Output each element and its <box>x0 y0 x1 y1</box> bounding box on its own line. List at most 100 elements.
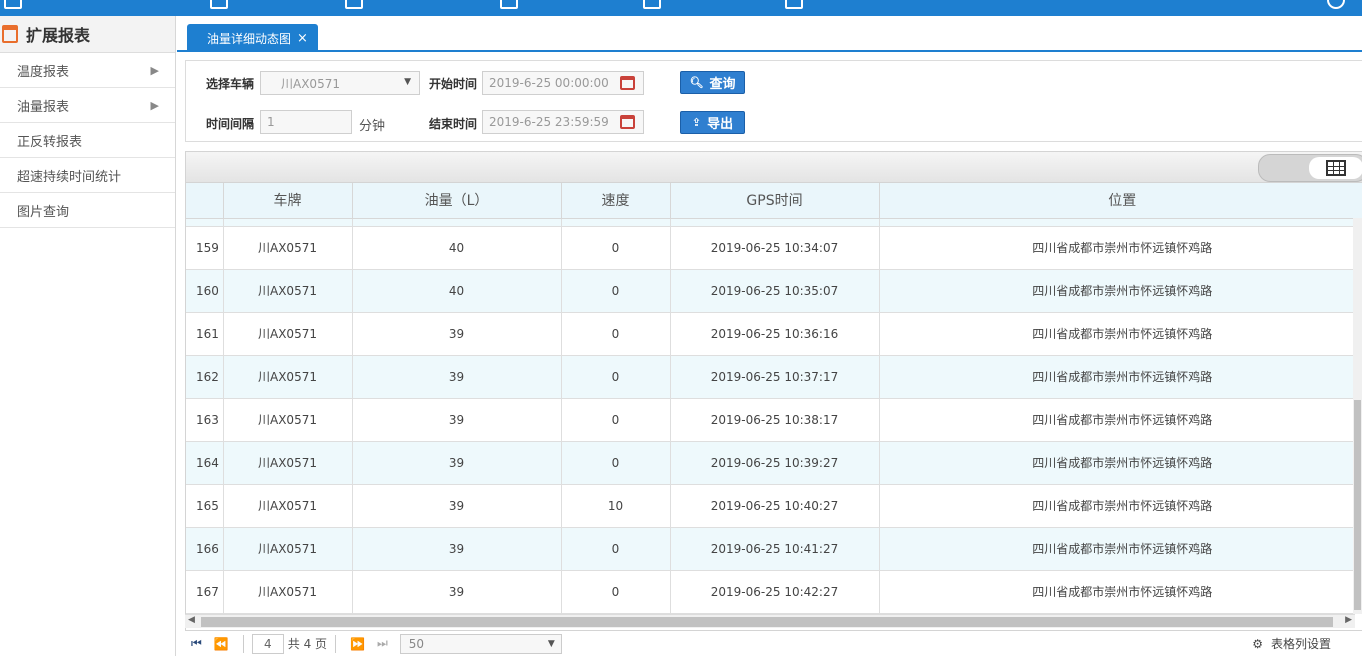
tab-fuel-detail[interactable]: 油量详细动态图 × <box>187 24 318 52</box>
start-time-input[interactable]: 2019-6-25 00:00:00 <box>482 71 644 95</box>
total-pages: 共 4 页 <box>287 637 328 651</box>
vertical-scrollbar[interactable] <box>1353 218 1362 614</box>
arrow-right-icon: ▶ <box>150 63 159 77</box>
sidebar-item-temperature[interactable]: 温度报表 ▶ <box>0 53 175 88</box>
export-icon: ⇪ <box>691 116 702 129</box>
vehicle-value: 川AX0571 <box>281 76 340 91</box>
top-nav <box>0 0 1362 16</box>
table-row[interactable]: 160 川AX0571 40 0 2019-06-25 10:35:07 四川省成都市崇州… <box>186 269 1362 313</box>
nav-video[interactable] <box>210 0 228 9</box>
row-index: 167 <box>186 570 224 614</box>
row-index: 165 <box>186 484 224 528</box>
next-page-icon[interactable]: ⏩ <box>350 637 365 651</box>
start-time-label: 开始时间 <box>429 77 478 91</box>
location-cell: 四川省成都市崇州市怀远镇怀鸡路 <box>879 527 1362 571</box>
calendar-icon[interactable] <box>620 76 635 90</box>
fuel-cell: 40 <box>352 226 562 270</box>
fuel-cell: 39 <box>352 355 562 399</box>
interval-label: 时间间隔 <box>206 117 255 131</box>
interval-value: 1 <box>267 115 275 129</box>
first-page-icon[interactable]: ⏮ <box>191 636 202 651</box>
col-header-plate[interactable]: 车牌 <box>223 183 353 219</box>
col-header-fuel[interactable]: 油量（L） <box>352 183 562 219</box>
scroll-thumb[interactable] <box>1354 400 1361 610</box>
location-cell: 四川省成都市崇州市怀远镇怀鸡路 <box>879 441 1362 485</box>
sidebar-item-fuel[interactable]: 油量报表 ▶ <box>0 88 175 123</box>
last-page-icon[interactable]: ⏭ <box>377 636 388 651</box>
sidebar-item-overspeed[interactable]: 超速持续时间统计 <box>0 158 175 193</box>
start-time-value: 2019-6-25 00:00:00 <box>489 76 609 90</box>
table-row[interactable]: 167 川AX0571 39 0 2019-06-25 10:42:27 四川省成都市崇州… <box>186 570 1362 614</box>
plate-cell: 川AX0571 <box>223 570 353 614</box>
gps-time-cell: 2019-06-25 10:35:07 <box>670 269 880 313</box>
chevron-down-icon: ▼ <box>547 638 555 649</box>
grid-toolbar <box>186 152 1362 183</box>
gps-time-cell: 2019-06-25 10:34:07 <box>670 226 880 270</box>
plate-cell: 川AX0571 <box>223 312 353 356</box>
column-settings-button[interactable]: ⚙ 表格列设置 <box>1252 635 1331 652</box>
col-header-speed[interactable]: 速度 <box>561 183 671 219</box>
system-icon <box>785 0 803 9</box>
page-number-input[interactable]: 4 <box>251 633 284 654</box>
data-table: 车牌 油量（L） 速度 GPS时间 位置 159 川AX0571 40 0 2019-0… <box>186 183 1362 614</box>
table-row[interactable]: 161 川AX0571 39 0 2019-06-25 10:36:16 四川省成都市崇州… <box>186 312 1362 356</box>
end-time-input[interactable]: 2019-6-25 23:59:59 <box>482 110 644 134</box>
sidebar-item-label: 图片查询 <box>17 204 70 220</box>
sidebar-item-pictures[interactable]: 图片查询 <box>0 193 175 228</box>
row-index: 164 <box>186 441 224 485</box>
close-icon[interactable]: × <box>297 31 308 46</box>
table-row[interactable]: 162 川AX0571 39 0 2019-06-25 10:37:17 四川省成都市崇州… <box>186 355 1362 399</box>
table-row[interactable]: 164 川AX0571 39 0 2019-06-25 10:39:27 四川省成都市崇州… <box>186 441 1362 485</box>
interval-unit: 分钟 <box>359 119 386 134</box>
table-row[interactable]: 163 川AX0571 39 0 2019-06-25 10:38:17 四川省成都市崇州… <box>186 398 1362 442</box>
tab-bar: 油量详细动态图 × <box>177 16 1362 52</box>
nav-alarm[interactable] <box>500 0 518 9</box>
location-cell: 四川省成都市崇州市怀远镇怀鸡路 <box>879 355 1362 399</box>
page-size-value: 50 <box>408 636 425 651</box>
nav-stats[interactable] <box>643 0 661 9</box>
horizontal-scrollbar[interactable]: ◀ ▶ <box>185 614 1355 628</box>
plate-cell: 川AX0571 <box>223 441 353 485</box>
sidebar-item-label: 油量报表 <box>17 99 70 115</box>
prev-page-icon[interactable]: ⏪ <box>214 637 229 651</box>
scroll-right-icon[interactable]: ▶ <box>1345 615 1352 625</box>
plate-cell: 川AX0571 <box>223 398 353 442</box>
col-header-index <box>186 183 224 219</box>
nav-power[interactable] <box>1327 0 1345 9</box>
gps-time-cell: 2019-06-25 10:39:27 <box>670 441 880 485</box>
table-row[interactable]: 166 川AX0571 39 0 2019-06-25 10:41:27 四川省成都市崇州… <box>186 527 1362 571</box>
toggle-knob[interactable] <box>1309 157 1362 179</box>
table-row[interactable]: 159 川AX0571 40 0 2019-06-25 10:34:07 四川省成都市崇州… <box>186 226 1362 270</box>
export-button[interactable]: ⇪ 导出 <box>680 111 745 134</box>
sidebar-item-label: 正反转报表 <box>17 134 83 150</box>
fuel-cell: 40 <box>352 269 562 313</box>
nav-system[interactable] <box>785 0 803 9</box>
location-cell: 四川省成都市崇州市怀远镇怀鸡路 <box>879 312 1362 356</box>
query-button[interactable]: 🔍︎ 查询 <box>680 71 745 94</box>
arrow-right-icon: ▶ <box>150 98 159 112</box>
page-size-select[interactable]: 50 ▼ <box>399 633 562 654</box>
scroll-left-icon[interactable]: ◀ <box>188 615 195 625</box>
sidebar-item-rotation[interactable]: 正反转报表 <box>0 123 175 158</box>
view-toggle[interactable] <box>1258 154 1362 182</box>
calendar-icon[interactable] <box>620 115 635 129</box>
fuel-cell: 39 <box>352 527 562 571</box>
scroll-thumb[interactable] <box>201 617 1333 627</box>
fuel-cell: 39 <box>352 484 562 528</box>
interval-input[interactable]: 1 <box>260 110 352 134</box>
plate-cell: 川AX0571 <box>223 355 353 399</box>
speed-cell: 0 <box>561 570 671 614</box>
gps-time-cell: 2019-06-25 10:41:27 <box>670 527 880 571</box>
nav-monitor[interactable] <box>345 0 363 9</box>
calendar-icon <box>2 25 18 43</box>
table-body: 159 川AX0571 40 0 2019-06-25 10:34:07 四川省成都市崇州… <box>186 218 1362 614</box>
table-row[interactable]: 165 川AX0571 39 10 2019-06-25 10:40:27 四川省成都市崇… <box>186 484 1362 528</box>
gps-time-cell: 2019-06-25 10:40:27 <box>670 484 880 528</box>
chevron-down-icon: ▼ <box>404 77 411 87</box>
vehicle-select[interactable]: 川AX0571 ▼ <box>260 71 420 95</box>
tab-label: 油量详细动态图 <box>207 31 292 46</box>
col-header-gps-time[interactable]: GPS时间 <box>670 183 880 219</box>
nav-home[interactable] <box>4 0 22 9</box>
col-header-location[interactable]: 位置 <box>879 183 1362 219</box>
speed-cell: 0 <box>561 398 671 442</box>
